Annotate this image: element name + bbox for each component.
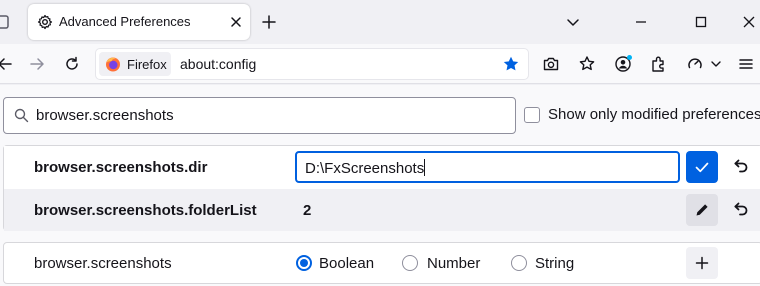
add-preference-row: browser.screenshots Boolean Number Strin… [3,242,760,284]
close-window-icon[interactable] [740,13,758,31]
new-pref-name: browser.screenshots [34,255,172,272]
tab-strip: Advanced Preferences [0,0,760,44]
settings-icon [37,14,53,30]
account-icon[interactable] [614,55,632,73]
search-value: browser.screenshots [36,107,174,124]
firefox-logo [106,57,120,72]
text-caret [424,159,426,176]
pref-value-text: D:\FxScreenshots [305,159,426,177]
back-icon[interactable] [0,55,14,73]
new-tab-button[interactable] [260,13,278,31]
pref-value[interactable]: 2 [303,202,311,219]
navigation-toolbar: Firefox about:config [0,44,760,84]
forward-icon[interactable] [28,55,46,73]
check-icon [695,162,709,173]
save-button[interactable] [686,151,718,183]
table-row: browser.screenshots.folderList 2 [4,189,760,231]
show-modified-label[interactable]: Show only modified preferences [548,106,760,123]
minimize-icon[interactable] [632,13,650,31]
preferences-table: browser.screenshots.dir D:\FxScreenshots… [3,145,760,231]
extensions-icon[interactable] [650,55,668,73]
screenshot-icon[interactable] [542,55,560,73]
pref-value-input[interactable]: D:\FxScreenshots [295,151,680,183]
plus-icon [695,256,709,270]
undo-icon[interactable] [730,200,750,220]
url-text[interactable]: about:config [180,56,256,72]
edit-button[interactable] [686,194,718,226]
table-row: browser.screenshots.dir D:\FxScreenshots [4,146,760,188]
show-modified-checkbox[interactable] [524,107,540,123]
search-icon [14,108,29,123]
identity-box[interactable]: Firefox [99,52,171,76]
type-string-radio[interactable] [511,255,527,271]
chevron-down-icon[interactable] [564,13,582,31]
about-config-page: browser.screenshots Show only modified p… [0,85,760,286]
reload-icon[interactable] [63,55,81,73]
type-number-radio[interactable] [402,255,418,271]
pref-name: browser.screenshots.folderList [34,202,257,219]
tab-title: Advanced Preferences [59,14,191,29]
type-number-label[interactable]: Number [427,255,480,272]
maximize-icon[interactable] [692,13,710,31]
sync-icon[interactable] [686,55,704,73]
search-input[interactable]: browser.screenshots [3,97,516,134]
menu-icon[interactable] [737,55,755,73]
close-icon[interactable] [227,13,245,31]
type-boolean-radio[interactable] [296,255,312,271]
type-boolean-label[interactable]: Boolean [319,255,374,272]
url-bar[interactable]: Firefox about:config [96,49,528,79]
tab-advanced-preferences[interactable]: Advanced Preferences [28,4,250,40]
undo-icon[interactable] [730,157,750,177]
star-icon[interactable] [502,55,520,73]
tab-overflow-icon[interactable] [0,14,12,30]
chevron-down-icon[interactable] [709,55,723,73]
pocket-icon[interactable] [578,55,596,73]
add-button[interactable] [686,247,718,279]
identity-label: Firefox [127,57,167,72]
type-string-label[interactable]: String [535,255,574,272]
pencil-icon [696,204,708,216]
pref-name: browser.screenshots.dir [34,159,208,176]
